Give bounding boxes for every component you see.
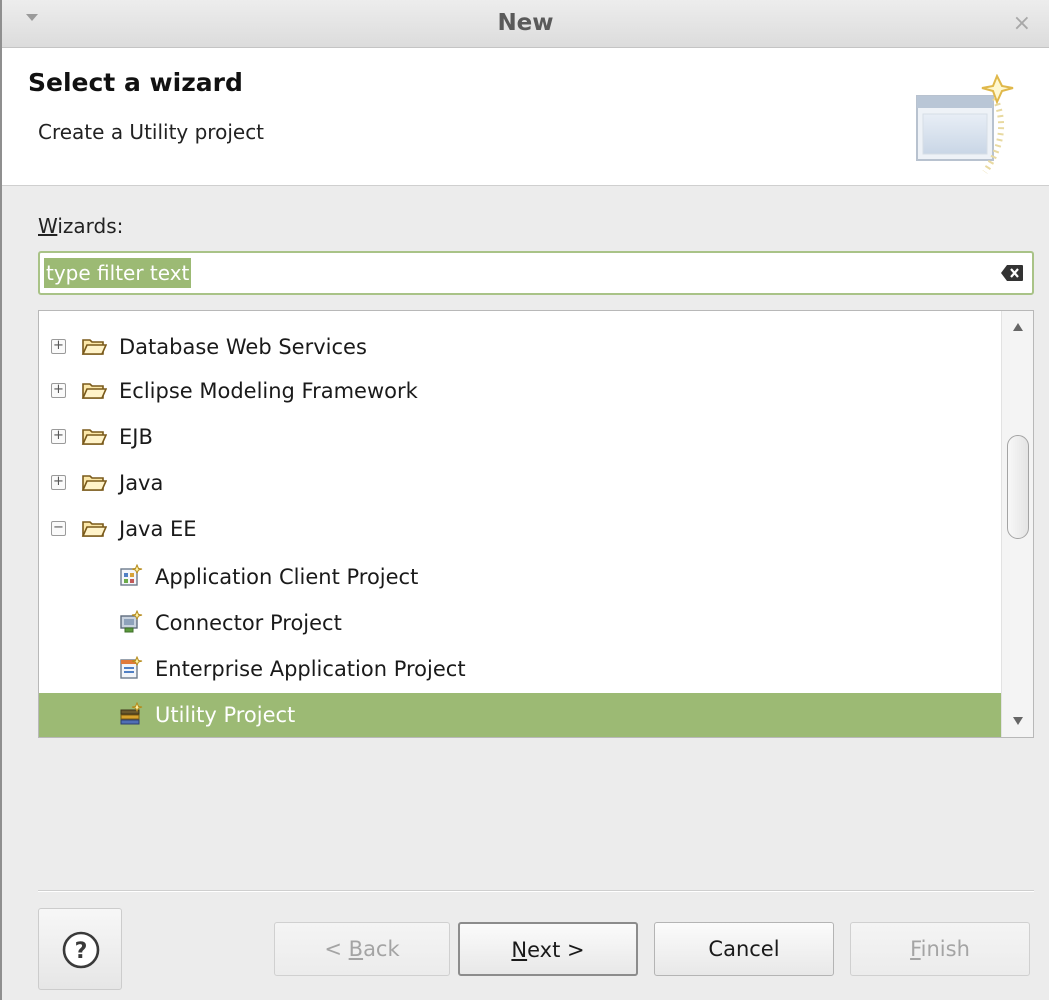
- back-button-mnemonic: B: [348, 937, 364, 961]
- folder-icon: [81, 475, 107, 491]
- tree-item-ejb[interactable]: + EJB: [39, 415, 1001, 459]
- utility-project-icon: [120, 702, 143, 725]
- tree-item-label: Eclipse Modeling Framework: [119, 379, 418, 403]
- tree-item-label: Enterprise Application Project: [155, 657, 466, 681]
- title-bar: New ×: [2, 0, 1049, 48]
- page-title: Select a wizard: [28, 68, 243, 97]
- tree-item-label: Application Client Project: [155, 565, 419, 589]
- tree-item-eclipse-modeling-framework[interactable]: + Eclipse Modeling Framework: [39, 369, 1001, 413]
- expand-icon[interactable]: +: [51, 429, 66, 444]
- collapse-icon[interactable]: −: [51, 521, 66, 536]
- tree-item-java-ee[interactable]: − Java EE: [39, 507, 1001, 551]
- back-button-label: ack: [363, 937, 400, 961]
- tree-item-label: Java: [119, 471, 164, 495]
- wizards-label-mnemonic: W: [38, 214, 58, 238]
- tree-item-database-web-services[interactable]: + Database Web Services: [39, 325, 1001, 369]
- tree-item-label: Utility Project: [155, 703, 296, 727]
- finish-button[interactable]: Finish: [850, 922, 1030, 976]
- finish-button-mnemonic: F: [910, 937, 921, 961]
- cancel-button[interactable]: Cancel: [654, 922, 834, 976]
- enterprise-application-project-icon: [120, 656, 143, 679]
- scroll-down-icon[interactable]: [1013, 717, 1023, 725]
- wizards-label: Wizards:: [38, 214, 123, 238]
- tree-scrollbar[interactable]: [1001, 311, 1033, 737]
- scroll-up-icon[interactable]: [1013, 323, 1023, 331]
- tree-item-utility-project[interactable]: Utility Project: [39, 693, 1001, 737]
- expand-icon[interactable]: +: [51, 339, 66, 354]
- tree-item-enterprise-application-project[interactable]: Enterprise Application Project: [39, 647, 1001, 691]
- clear-filter-icon[interactable]: [1000, 264, 1024, 282]
- tree-item-application-client-project[interactable]: Application Client Project: [39, 555, 1001, 599]
- back-button-prefix: <: [324, 937, 349, 961]
- next-button[interactable]: Next >: [458, 922, 638, 976]
- filter-field[interactable]: type filter text: [38, 251, 1034, 295]
- tree-item-connector-project[interactable]: Connector Project: [39, 601, 1001, 645]
- filter-selected-text: type filter text: [44, 258, 192, 288]
- wizard-tree[interactable]: + Database Web Services + Eclipse Modeli…: [38, 310, 1034, 738]
- scroll-thumb[interactable]: [1007, 435, 1029, 539]
- tree-item-label: Java EE: [119, 517, 197, 541]
- back-button[interactable]: < Back: [274, 922, 450, 976]
- tree-item-label: EJB: [119, 425, 153, 449]
- window-title: New: [497, 10, 554, 36]
- help-icon: ?: [62, 931, 100, 969]
- expand-icon[interactable]: +: [51, 475, 66, 490]
- wizard-header: Select a wizard Create a Utility project: [2, 48, 1049, 186]
- finish-button-label: inish: [920, 937, 970, 961]
- folder-icon: [81, 521, 107, 537]
- wizards-label-text: izards:: [57, 214, 124, 238]
- connector-project-icon: [120, 610, 143, 633]
- button-bar-separator: [38, 890, 1034, 892]
- new-wizard-dialog: New × Select a wizard Create a Utility p…: [0, 0, 1049, 1000]
- svg-text:?: ?: [75, 939, 88, 964]
- next-button-label: ext >: [527, 938, 585, 962]
- folder-icon: [81, 383, 107, 399]
- help-button[interactable]: ?: [38, 908, 122, 990]
- tree-item-label: Connector Project: [155, 611, 342, 635]
- tree-item-label: Database Web Services: [119, 335, 367, 359]
- close-icon[interactable]: ×: [1013, 11, 1031, 36]
- tree-item-java[interactable]: + Java: [39, 461, 1001, 505]
- application-client-project-icon: [120, 564, 143, 586]
- page-description: Create a Utility project: [38, 120, 265, 144]
- folder-icon: [81, 429, 107, 445]
- next-button-mnemonic: N: [511, 938, 528, 962]
- expand-icon[interactable]: +: [51, 383, 66, 398]
- new-wizard-banner-icon: [916, 74, 1014, 174]
- folder-icon: [81, 339, 107, 355]
